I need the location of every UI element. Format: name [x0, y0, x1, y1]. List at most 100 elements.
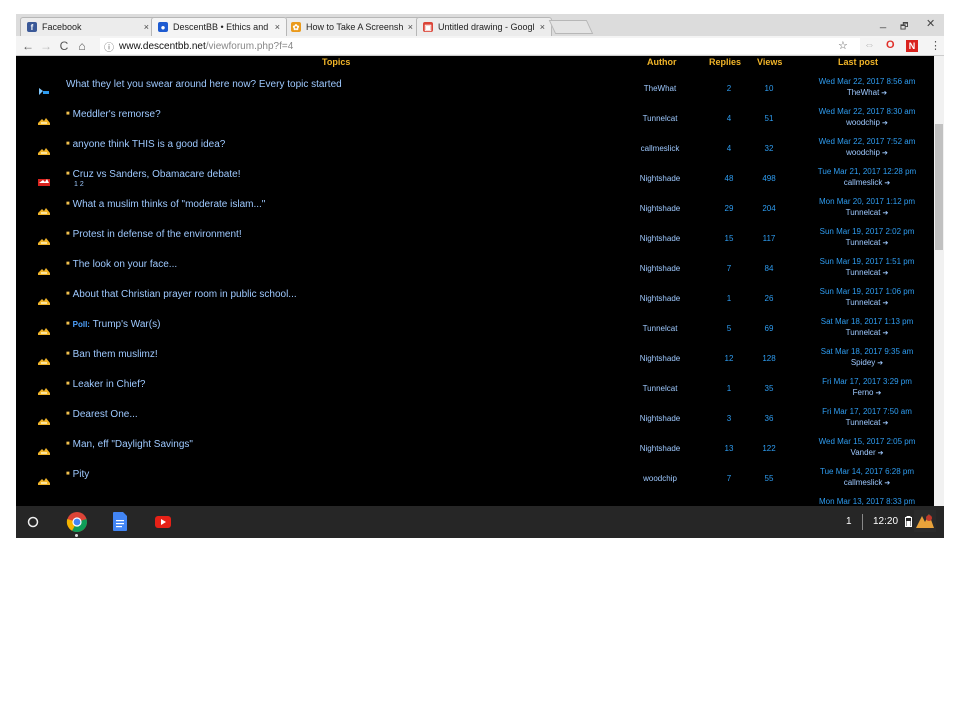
n-extension-icon[interactable]: N	[906, 40, 918, 52]
topic-author[interactable]: Nightshade	[616, 174, 704, 183]
goto-last-post-icon[interactable]: ➔	[884, 180, 890, 187]
tab-close-icon[interactable]: ×	[540, 22, 545, 32]
chrome-icon[interactable]	[66, 511, 88, 533]
topic-author[interactable]: callmeslick	[616, 144, 704, 153]
maximize-icon[interactable]: 🗗	[900, 19, 908, 35]
last-post-user[interactable]: TheWhat	[847, 88, 879, 97]
topic-author[interactable]: Tunnelcat	[616, 324, 704, 333]
last-post-user[interactable]: Vander	[850, 448, 875, 457]
topic-title[interactable]: Pity	[73, 469, 90, 480]
home-icon[interactable]: ⌂	[73, 39, 91, 53]
goto-last-post-icon[interactable]: ➔	[882, 120, 888, 127]
last-post-user[interactable]: Ferno	[853, 388, 874, 397]
battery-icon[interactable]	[905, 516, 912, 527]
topic-title-link[interactable]: ■ anyone think THIS is a good idea?	[66, 139, 225, 150]
topic-author[interactable]: Nightshade	[616, 354, 704, 363]
topic-title-link[interactable]: ■ About that Christian prayer room in pub…	[66, 289, 297, 300]
back-icon[interactable]: ←	[19, 39, 37, 53]
topic-title[interactable]: Leaker in Chief?	[73, 379, 146, 390]
goto-last-post-icon[interactable]: ➔	[882, 300, 888, 307]
last-post-user[interactable]: Tunnelcat	[846, 298, 881, 307]
topic-title[interactable]: What they let you swear around here now?…	[66, 79, 342, 90]
goto-last-post-icon[interactable]: ➔	[878, 450, 884, 457]
topic-title[interactable]: Dearest One...	[73, 409, 138, 420]
topic-title-link[interactable]: ■ Dearest One...	[66, 409, 138, 420]
topic-author[interactable]: Tunnelcat	[616, 114, 704, 123]
topic-title-link[interactable]: ■ Pity	[66, 469, 89, 480]
topic-author[interactable]: Nightshade	[616, 414, 704, 423]
topic-title-link[interactable]: ■ Protest in defense of the environment!	[66, 229, 242, 240]
browser-tab[interactable]: ● DescentBB • Ethics and ×	[151, 17, 287, 36]
topic-pagination[interactable]: 1 2	[74, 181, 84, 188]
topic-title[interactable]: Meddler's remorse?	[73, 109, 161, 120]
goto-last-post-icon[interactable]: ➔	[884, 480, 890, 487]
goto-last-post-icon[interactable]: ➔	[882, 210, 888, 217]
last-post-user[interactable]: callmeslick	[844, 178, 883, 187]
goto-last-post-icon[interactable]: ➔	[876, 390, 882, 397]
last-post-user[interactable]: woodchip	[846, 148, 880, 157]
minimize-icon[interactable]: _	[880, 17, 886, 29]
browser-tab[interactable]: f Facebook ×	[20, 17, 156, 36]
last-post-user[interactable]: Tunnelcat	[846, 328, 881, 337]
topic-author[interactable]: woodchip	[616, 474, 704, 483]
topic-title-link[interactable]: ■ Leaker in Chief?	[66, 379, 145, 390]
topic-author[interactable]: Tunnelcat	[616, 384, 704, 393]
tab-close-icon[interactable]: ×	[408, 22, 413, 32]
page-scrollbar[interactable]	[934, 56, 944, 506]
site-info-icon[interactable]: ⓘ	[104, 39, 114, 54]
goto-last-post-icon[interactable]: ➔	[882, 240, 888, 247]
header-views[interactable]: Views	[757, 57, 782, 67]
tab-close-icon[interactable]: ×	[144, 22, 149, 32]
topic-title[interactable]: Ban them muslimz!	[73, 349, 158, 360]
clock-time[interactable]: 12:20	[873, 516, 898, 527]
new-tab-button[interactable]	[548, 20, 594, 34]
opera-extension-icon[interactable]: O	[886, 39, 895, 51]
tab-close-icon[interactable]: ×	[275, 22, 280, 32]
last-post-user[interactable]: Spidey	[851, 358, 875, 367]
last-post-user[interactable]: Tunnelcat	[846, 418, 881, 427]
last-post-user[interactable]: Tunnelcat	[846, 268, 881, 277]
goto-last-post-icon[interactable]: ➔	[882, 150, 888, 157]
docs-icon[interactable]	[113, 512, 127, 531]
topic-title-link[interactable]: ■ The look on your face...	[66, 259, 177, 270]
last-post-user[interactable]: Tunnelcat	[846, 208, 881, 217]
topic-title-link[interactable]: What they let you swear around here now?…	[66, 79, 342, 90]
topic-title-link[interactable]: ■ Ban them muslimz!	[66, 349, 158, 360]
topic-author[interactable]: Nightshade	[616, 234, 704, 243]
goto-last-post-icon[interactable]: ➔	[882, 270, 888, 277]
forward-icon[interactable]: →	[37, 39, 55, 53]
header-topics[interactable]: Topics	[322, 57, 350, 67]
topic-author[interactable]: Nightshade	[616, 204, 704, 213]
last-post-user[interactable]: Tunnelcat	[846, 238, 881, 247]
close-window-icon[interactable]: ✕	[926, 17, 935, 30]
topic-title[interactable]: The look on your face...	[73, 259, 178, 270]
goto-last-post-icon[interactable]: ➔	[882, 420, 888, 427]
topic-author[interactable]: Nightshade	[616, 294, 704, 303]
goto-last-post-icon[interactable]: ➔	[882, 330, 888, 337]
topic-title-link[interactable]: ■ Poll: Trump's War(s)	[66, 319, 160, 330]
topic-title[interactable]: Cruz vs Sanders, Obamacare debate!	[73, 169, 241, 180]
topic-title[interactable]: anyone think THIS is a good idea?	[73, 139, 226, 150]
topic-author[interactable]: TheWhat	[616, 84, 704, 93]
header-author[interactable]: Author	[647, 57, 677, 67]
topic-title-link[interactable]: ■ What a muslim thinks of "moderate islam…	[66, 199, 265, 210]
topic-title[interactable]: What a muslim thinks of "moderate islam.…	[73, 199, 266, 210]
header-last-post[interactable]: Last post	[838, 57, 878, 67]
topic-title[interactable]: Protest in defense of the environment!	[73, 229, 242, 240]
topic-title-link[interactable]: ■ Meddler's remorse?	[66, 109, 161, 120]
browser-tab[interactable]: ✿ How to Take A Screensh ×	[284, 17, 420, 36]
browser-tab[interactable]: ▣ Untitled drawing - Googl ×	[416, 17, 552, 36]
goto-last-post-icon[interactable]: ➔	[881, 90, 887, 97]
topic-title-link[interactable]: ■ Cruz vs Sanders, Obamacare debate!	[66, 169, 241, 180]
extension-arrows-icon[interactable]: ⇔	[864, 39, 875, 51]
menu-icon[interactable]: ⋮	[930, 39, 941, 52]
avatar[interactable]	[914, 510, 936, 532]
launcher-circle-icon[interactable]	[27, 516, 39, 528]
topic-title[interactable]: Trump's War(s)	[90, 319, 161, 330]
address-bar[interactable]: ⓘ www.descentbb.net /viewforum.php?f=4	[100, 38, 860, 54]
topic-title-link[interactable]: ■ Man, eff "Daylight Savings"	[66, 439, 193, 450]
goto-last-post-icon[interactable]: ➔	[877, 360, 883, 367]
last-post-user[interactable]: callmeslick	[844, 478, 883, 487]
topic-author[interactable]: Nightshade	[616, 264, 704, 273]
notification-count[interactable]: 1	[846, 516, 852, 527]
